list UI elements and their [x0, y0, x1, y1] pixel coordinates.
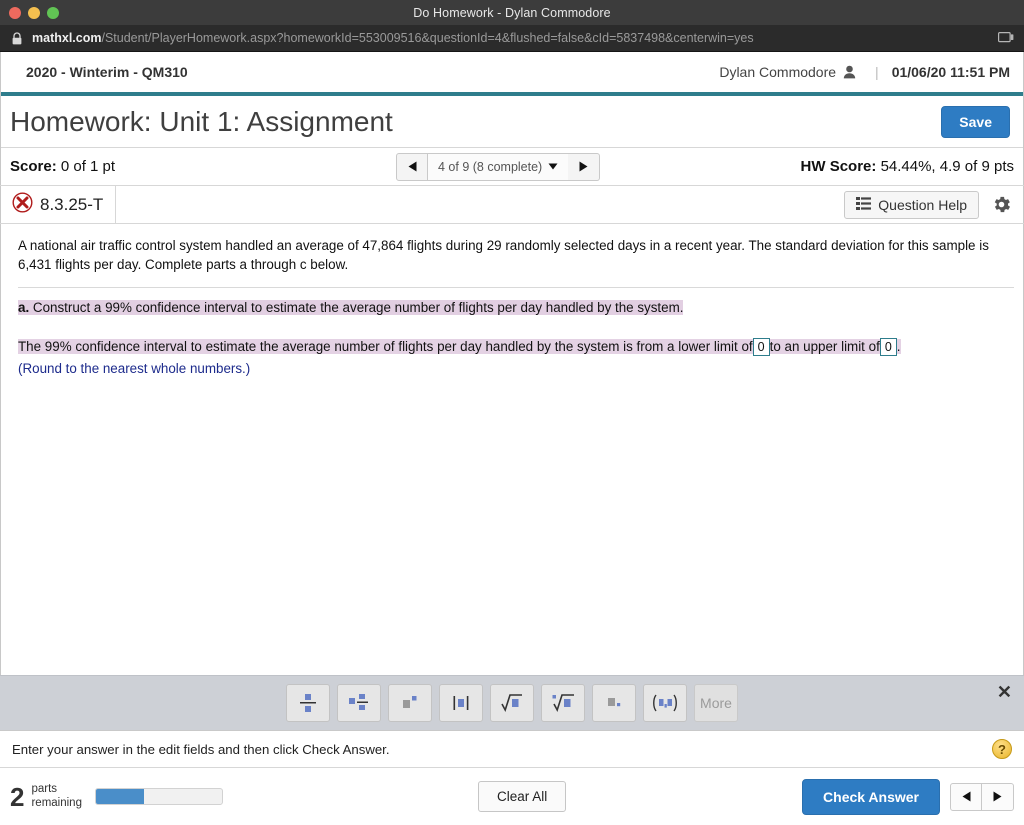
answer-line: The 99% confidence interval to estimate …: [18, 334, 1014, 359]
app-window: Do Homework - Dylan Commodore mathxl.com…: [0, 0, 1024, 825]
section-divider: [18, 286, 1014, 288]
page-title: Homework: Unit 1: Assignment: [10, 105, 393, 137]
score-display: Score: 0 of 1 pt: [10, 158, 115, 175]
instruction-bar: Enter your answer in the edit fields and…: [0, 730, 1024, 768]
square-root-button[interactable]: [490, 684, 534, 722]
question-selector-label: 4 of 9 (8 complete): [438, 159, 543, 174]
page-content: 2020 - Winterim - QM310 Dylan Commodore …: [0, 52, 1024, 825]
exponent-button[interactable]: [388, 684, 432, 722]
window-titlebar: Do Homework - Dylan Commodore: [0, 0, 1024, 25]
part-label: a.: [18, 299, 30, 315]
caret-down-icon: [548, 163, 558, 170]
score-value: 0 of 1 pt: [60, 158, 116, 175]
next-question-button[interactable]: [568, 152, 601, 181]
save-button[interactable]: Save: [941, 105, 1010, 138]
more-button[interactable]: More: [694, 684, 738, 722]
question-header-actions: Question Help: [844, 190, 1014, 219]
course-bar-right: Dylan Commodore | 01/06/20 11:51 PM: [719, 64, 1010, 80]
answer-prompt-3: .: [896, 338, 901, 354]
math-palette: ✕ More: [0, 675, 1024, 730]
question-id: 8.3.25-T: [40, 194, 104, 214]
person-icon[interactable]: [843, 65, 856, 79]
url-text[interactable]: mathxl.com/Student/PlayerHomework.aspx?h…: [32, 31, 996, 45]
question-help-label: Question Help: [878, 196, 967, 213]
screen-cast-icon[interactable]: [996, 31, 1014, 45]
header-separator: |: [875, 64, 879, 80]
url-path: /Student/PlayerHomework.aspx?homeworkId=…: [101, 31, 754, 45]
user-name: Dylan Commodore: [719, 64, 837, 80]
question-part-a: a. Construct a 99% confidence interval t…: [18, 298, 1014, 318]
check-answer-button[interactable]: Check Answer: [802, 778, 940, 815]
progress-bar: [94, 788, 223, 805]
footer-actions: Check Answer: [802, 778, 1014, 815]
gear-icon[interactable]: [991, 194, 1014, 215]
decimal-button[interactable]: [592, 684, 636, 722]
lower-limit-input[interactable]: 0: [752, 338, 770, 357]
question-selector-dropdown[interactable]: 4 of 9 (8 complete): [428, 152, 569, 181]
score-label: Score:: [10, 158, 57, 175]
homework-score-display: HW Score: 54.44%, 4.9 of 9 pts: [801, 158, 1014, 175]
instruction-text: Enter your answer in the edit fields and…: [12, 741, 390, 757]
hw-score-value: 54.44%, 4.9 of 9 pts: [880, 158, 1014, 175]
hw-score-label: HW Score:: [800, 158, 877, 175]
footer-next-button[interactable]: [982, 782, 1014, 811]
part-text: Construct a 99% confidence interval to e…: [32, 299, 684, 315]
parts-label: parts remaining: [31, 783, 82, 809]
rounding-note: (Round to the nearest whole numbers.): [18, 361, 251, 377]
incorrect-x-circle-icon: [12, 191, 33, 218]
footer-prev-button[interactable]: [950, 782, 982, 811]
question-body: A national air traffic control system ha…: [0, 224, 1024, 649]
question-mark-help-icon[interactable]: ?: [992, 739, 1012, 759]
absolute-value-button[interactable]: [439, 684, 483, 722]
upper-limit-input[interactable]: 0: [879, 338, 897, 357]
window-title: Do Homework - Dylan Commodore: [413, 5, 611, 20]
assignment-title-row: Homework: Unit 1: Assignment Save: [0, 96, 1024, 148]
question-stem: A national air traffic control system ha…: [18, 238, 989, 273]
parts-count: 2: [10, 781, 25, 812]
math-palette-buttons: More: [286, 684, 738, 722]
question-header: 8.3.25-T Question Help: [0, 186, 1024, 224]
question-id-block: 8.3.25-T: [0, 186, 117, 223]
browser-url-bar[interactable]: mathxl.com/Student/PlayerHomework.aspx?h…: [0, 25, 1024, 52]
score-row: Score: 0 of 1 pt 4 of 9 (8 complete) HW …: [0, 148, 1024, 186]
course-name: 2020 - Winterim - QM310: [26, 64, 188, 80]
parts-label-line2: remaining: [31, 796, 82, 809]
list-lines-icon: [856, 196, 872, 213]
footer-bar: 2 parts remaining Clear All Check Answer: [0, 768, 1024, 825]
clear-all-button[interactable]: Clear All: [478, 781, 567, 812]
ordered-pair-button[interactable]: [643, 684, 687, 722]
nth-root-button[interactable]: [541, 684, 585, 722]
answer-prompt-1: The 99% confidence interval to estimate …: [18, 338, 753, 354]
close-x-icon[interactable]: ✕: [997, 683, 1012, 701]
url-domain: mathxl.com: [32, 31, 102, 45]
course-bar: 2020 - Winterim - QM310 Dylan Commodore …: [0, 52, 1024, 96]
prev-question-button[interactable]: [396, 152, 428, 181]
lock-icon: [10, 31, 24, 45]
parts-label-line1: parts: [31, 783, 58, 796]
footer-nav-arrows: [950, 782, 1014, 811]
mixed-fraction-button[interactable]: [337, 684, 381, 722]
progress-bar-fill: [95, 789, 144, 804]
question-nav-group: 4 of 9 (8 complete): [396, 152, 601, 181]
answer-prompt-2: to an upper limit of: [769, 338, 880, 354]
header-datetime: 01/06/20 11:51 PM: [891, 64, 1010, 80]
fraction-button[interactable]: [286, 684, 330, 722]
parts-remaining: 2 parts remaining: [10, 783, 82, 809]
question-help-button[interactable]: Question Help: [844, 190, 979, 219]
